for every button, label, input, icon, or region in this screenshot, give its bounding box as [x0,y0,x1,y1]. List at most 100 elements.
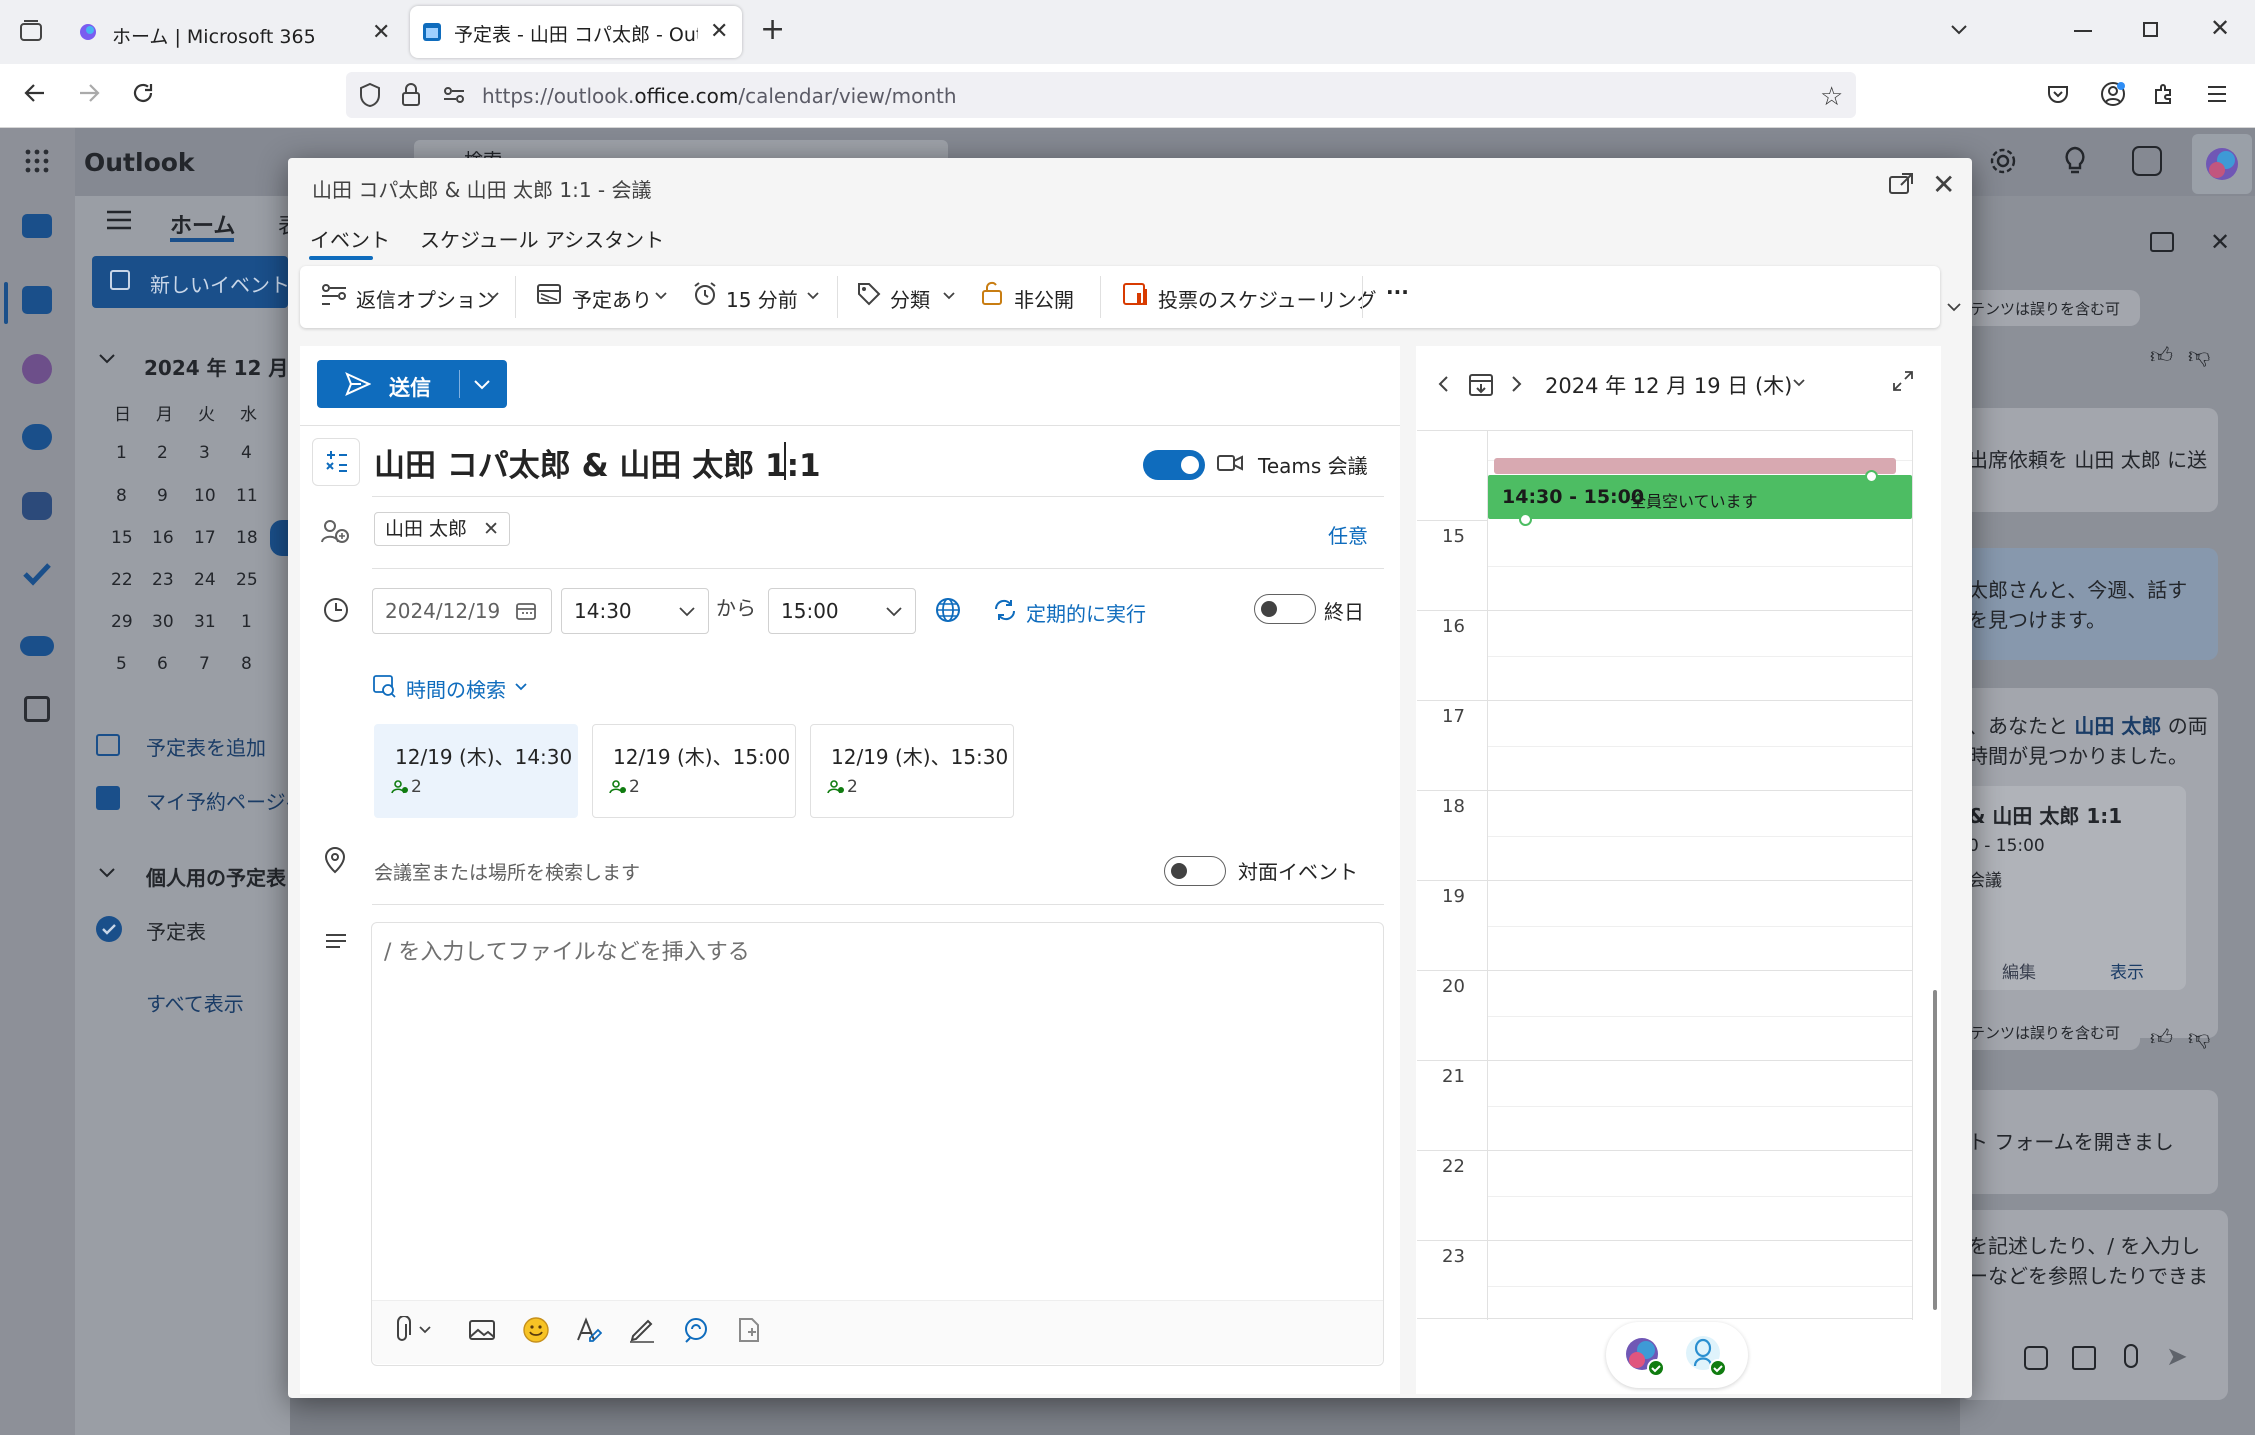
calendar-day[interactable]: 18 [236,528,258,548]
calendar-day[interactable]: 30 [152,612,174,632]
event-card[interactable]: & 山田 太郎 1:1 0 - 15:00 会議 編集 表示 [1960,786,2186,990]
reload-icon[interactable] [130,80,156,106]
calendar-day[interactable]: 25 [236,570,258,590]
chevron-down-icon[interactable] [486,291,500,301]
pocket-icon[interactable] [2046,82,2070,106]
schedule-date-label[interactable]: 2024 年 12 月 19 日 (木) [1545,370,1792,400]
send-button[interactable]: 送信 [317,360,507,408]
thumbs-up-icon[interactable]: 👍︎ [2150,342,2173,369]
popout-icon[interactable] [1888,172,1914,196]
subject-input[interactable]: 山田 コパ太郎 & 山田 太郎 1:1 [374,440,821,485]
tab-list-chevron-icon[interactable] [1948,18,1970,40]
draw-pen-icon[interactable] [628,1316,656,1344]
suggested-time-slot[interactable]: 12/19 (木)、15:00 2 [592,724,796,818]
shield-icon[interactable] [358,82,382,108]
collapse-chevron-icon[interactable] [98,352,116,366]
calendar-day[interactable]: 10 [194,486,216,506]
date-picker-icon[interactable] [515,601,537,621]
copilot-toggle-icon[interactable] [2132,146,2162,176]
private-button[interactable]: 非公開 [1014,284,1074,313]
copilot-button[interactable] [2192,134,2252,194]
next-day-icon[interactable] [1508,374,1524,394]
location-input[interactable]: 会議室または場所を検索します [374,858,640,885]
reply-options-button[interactable]: 返信オプション [356,284,496,313]
calendar-day[interactable]: 24 [194,570,216,590]
all-day-toggle[interactable] [1254,594,1316,624]
date-chevron-down-icon[interactable] [1792,378,1806,388]
teams-icon[interactable] [22,492,52,520]
calendar-icon[interactable] [22,286,52,314]
calendar-day[interactable]: 23 [152,570,174,590]
chevron-down-icon[interactable] [514,682,528,692]
calendar-day[interactable]: 1 [241,612,252,632]
teams-meeting-toggle[interactable] [1143,450,1205,480]
todo-check-icon[interactable] [22,562,52,586]
new-event-button[interactable]: 新しいイベント [92,256,290,308]
close-tab-icon[interactable]: ✕ [710,19,728,44]
more-options-button[interactable]: ··· [1386,280,1409,304]
start-date-field[interactable]: 2024/12/19 [372,588,552,634]
calendar-checked-icon[interactable] [96,916,122,942]
booking-page-link[interactable]: マイ予約ページへ [146,786,306,815]
microphone-icon[interactable] [2124,1344,2138,1368]
tab-home[interactable]: ホーム [170,208,235,240]
attach-paperclip-icon[interactable] [396,1316,434,1344]
thumbs-down-icon[interactable]: 👎︎ [2188,1024,2210,1051]
settings-gear-icon[interactable] [1988,146,2018,176]
chevron-down-icon[interactable] [654,291,668,301]
proposed-meeting-block[interactable]: 14:30 - 15:00 全員空いています [1488,475,1912,519]
tab-event[interactable]: イベント [310,224,390,253]
calendar-day[interactable]: 3 [199,443,210,463]
calendar-day[interactable]: 11 [236,486,258,506]
chevron-down-icon[interactable] [473,379,491,391]
calendar-day[interactable]: 16 [152,528,174,548]
suggested-time-slot[interactable]: 12/19 (木)、14:30 2 [374,724,578,818]
app-menu-icon[interactable] [2206,84,2228,104]
suggested-time-slot[interactable]: 12/19 (木)、15:30 2 [810,724,1014,818]
thumbs-down-icon[interactable]: 👎︎ [2188,342,2210,369]
expand-icon[interactable] [1892,370,1914,392]
prompt-gallery-icon[interactable] [2024,1346,2048,1370]
time-zone-globe-icon[interactable] [934,596,962,624]
edit-button[interactable]: 編集 [2002,958,2036,983]
calendar-day[interactable]: 6 [157,654,168,674]
calendar-day[interactable]: 31 [194,612,216,632]
show-all-link[interactable]: すべて表示 [146,988,244,1017]
collapse-chevron-icon[interactable] [98,866,116,880]
add-calendar-link[interactable]: 予定表を追加 [146,732,266,761]
resize-handle-top[interactable] [1865,470,1878,483]
calendar-day[interactable]: 22 [111,570,133,590]
loop-component-icon[interactable] [682,1316,710,1344]
mail-icon[interactable] [22,214,52,238]
start-time-dropdown[interactable]: 14:30 [561,588,709,634]
copilot-app-icon[interactable] [22,354,52,384]
resize-handle-bottom[interactable] [1519,513,1532,526]
close-tab-icon[interactable]: ✕ [372,20,390,45]
calendar-day[interactable]: 8 [241,654,252,674]
calendar-day[interactable]: 5 [116,654,127,674]
back-icon[interactable] [22,80,48,106]
calendar-item-label[interactable]: 予定表 [146,916,206,945]
bookmark-star-icon[interactable]: ☆ [1820,82,1843,112]
account-icon[interactable] [2099,80,2127,108]
tips-lightbulb-icon[interactable] [2062,146,2088,176]
popout-pane-icon[interactable] [2150,232,2174,252]
restore-window-button[interactable] [2143,22,2158,37]
people-icon[interactable] [22,424,52,450]
in-person-toggle[interactable] [1164,856,1226,886]
attendee-avatar[interactable] [1682,1332,1728,1378]
chevron-down-icon[interactable] [806,291,820,301]
calendar-day[interactable]: 9 [157,486,168,506]
calendar-day[interactable]: 17 [194,528,216,548]
calendar-day[interactable]: 15 [111,528,133,548]
app-launcher-icon[interactable] [24,148,50,174]
onedrive-icon[interactable] [20,636,54,656]
organizer-avatar[interactable] [1622,1334,1666,1378]
close-pane-icon[interactable]: ✕ [2210,228,2230,256]
previous-day-icon[interactable] [1436,374,1452,394]
lock-icon[interactable] [400,82,422,108]
send-arrow-icon[interactable]: ➤ [2166,1342,2188,1372]
optional-attendees-link[interactable]: 任意 [1328,520,1368,549]
browser-tab-m365[interactable]: ホーム | Microsoft 365 ✕ [68,8,408,56]
time-search-dropdown[interactable]: 時間の検索 [406,674,506,703]
